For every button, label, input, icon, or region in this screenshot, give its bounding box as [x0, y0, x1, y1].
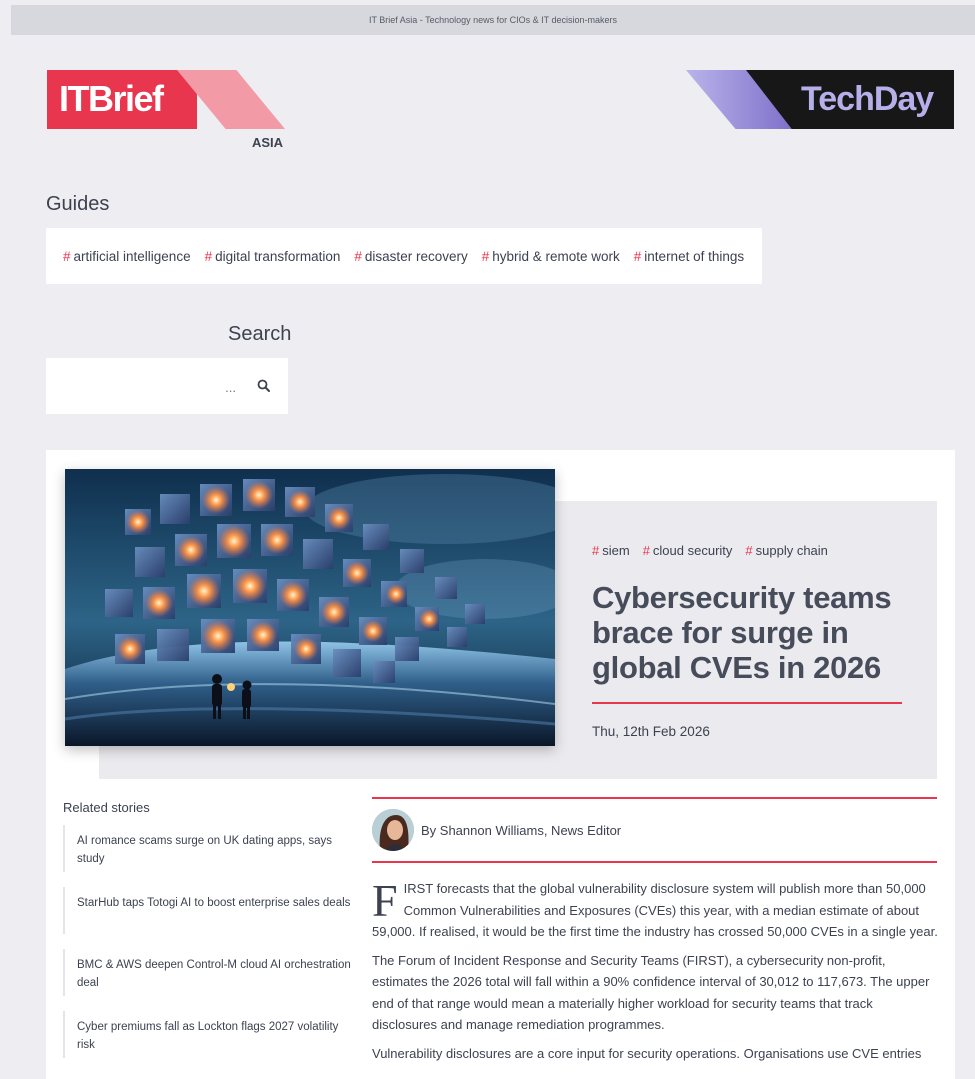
guide-tag[interactable]: # digital transformation [205, 249, 341, 264]
hero-tag[interactable]: # siem [592, 543, 630, 558]
related-stories-heading: Related stories [63, 800, 150, 815]
related-story-link[interactable]: Cyber premiums fall as Lockton flags 202… [63, 1011, 353, 1058]
byline-bottom-divider [372, 861, 937, 863]
search-box [46, 358, 288, 414]
guide-tag[interactable]: # disaster recovery [354, 249, 467, 264]
hero-tag-label: cloud security [652, 543, 733, 558]
hero-tag[interactable]: # cloud security [643, 543, 733, 558]
hero-tag-label: supply chain [755, 543, 828, 558]
guide-tag-label: artificial intelligence [73, 248, 191, 264]
author-byline[interactable]: By Shannon Williams, News Editor [421, 823, 621, 838]
guide-tag-label: hybrid & remote work [492, 248, 620, 264]
guide-tag-label: digital transformation [215, 248, 341, 264]
related-story-link[interactable]: StarHub taps Totogi AI to boost enterpri… [63, 887, 353, 934]
title-divider [592, 702, 902, 704]
search-icon[interactable] [256, 378, 272, 394]
hero-tag[interactable]: # supply chain [745, 543, 828, 558]
hero-image[interactable] [65, 469, 555, 746]
related-stories-list: AI romance scams surge on UK dating apps… [63, 825, 353, 1073]
author-avatar[interactable] [372, 809, 414, 851]
hash-icon: # [745, 543, 753, 558]
guide-tag[interactable]: # hybrid & remote work [482, 249, 620, 264]
hash-icon: # [354, 248, 362, 264]
avatar-image [372, 809, 414, 851]
article-date: Thu, 12th Feb 2026 [592, 724, 710, 739]
article-paragraph: F IRST forecasts that the global vulnerab… [372, 878, 938, 943]
guides-heading: Guides [46, 193, 110, 215]
article-paragraph: The Forum of Incident Response and Secur… [372, 952, 930, 1033]
search-heading: Search [228, 323, 292, 345]
top-banner-text: IT Brief Asia - Technology news for CIOs… [368, 15, 618, 25]
related-story-link[interactable]: AI romance scams surge on UK dating apps… [63, 825, 353, 872]
logo-wordmark: ITBrief [59, 78, 164, 119]
hash-icon: # [481, 248, 490, 264]
hash-icon: # [633, 248, 642, 264]
search-input[interactable] [54, 374, 238, 400]
guide-tag[interactable]: # artificial intelligence [63, 249, 191, 264]
paragraph-text: IRST forecasts that the global vulnerabi… [372, 881, 938, 939]
drop-cap: F [372, 875, 398, 926]
guide-tag-label: disaster recovery [364, 248, 468, 264]
guide-tag-label: internet of things [644, 248, 745, 264]
top-banner: IT Brief Asia - Technology news for CIOs… [11, 5, 975, 35]
related-story-link[interactable]: BMC & AWS deepen Control-M cloud AI orch… [63, 949, 353, 996]
techday-wordmark: TechDay [801, 80, 934, 118]
itbrief-logo[interactable]: ITBrief ASIA [47, 70, 287, 150]
article-paragraph: Vulnerability disclosures are a core inp… [372, 1045, 922, 1061]
guides-tag-bar: # artificial intelligence # digital transf… [46, 228, 762, 284]
byline-top-divider [372, 797, 937, 799]
hero-illustration [65, 469, 555, 746]
techday-logo[interactable]: TechDay [686, 70, 954, 129]
hash-icon: # [642, 543, 650, 558]
hash-icon: # [204, 248, 213, 264]
hero-tag-label: siem [602, 543, 630, 558]
logo-region: ASIA [252, 135, 284, 150]
article-title: Cybersecurity teams brace for surge in g… [592, 580, 892, 685]
hash-icon: # [592, 543, 600, 558]
guide-tag[interactable]: # internet of things [634, 249, 744, 264]
article-body: F IRST forecasts that the global vulnerab… [372, 878, 938, 1071]
hero-tag-list: # siem # cloud security # supply chain [592, 543, 841, 558]
hash-icon: # [63, 248, 71, 264]
